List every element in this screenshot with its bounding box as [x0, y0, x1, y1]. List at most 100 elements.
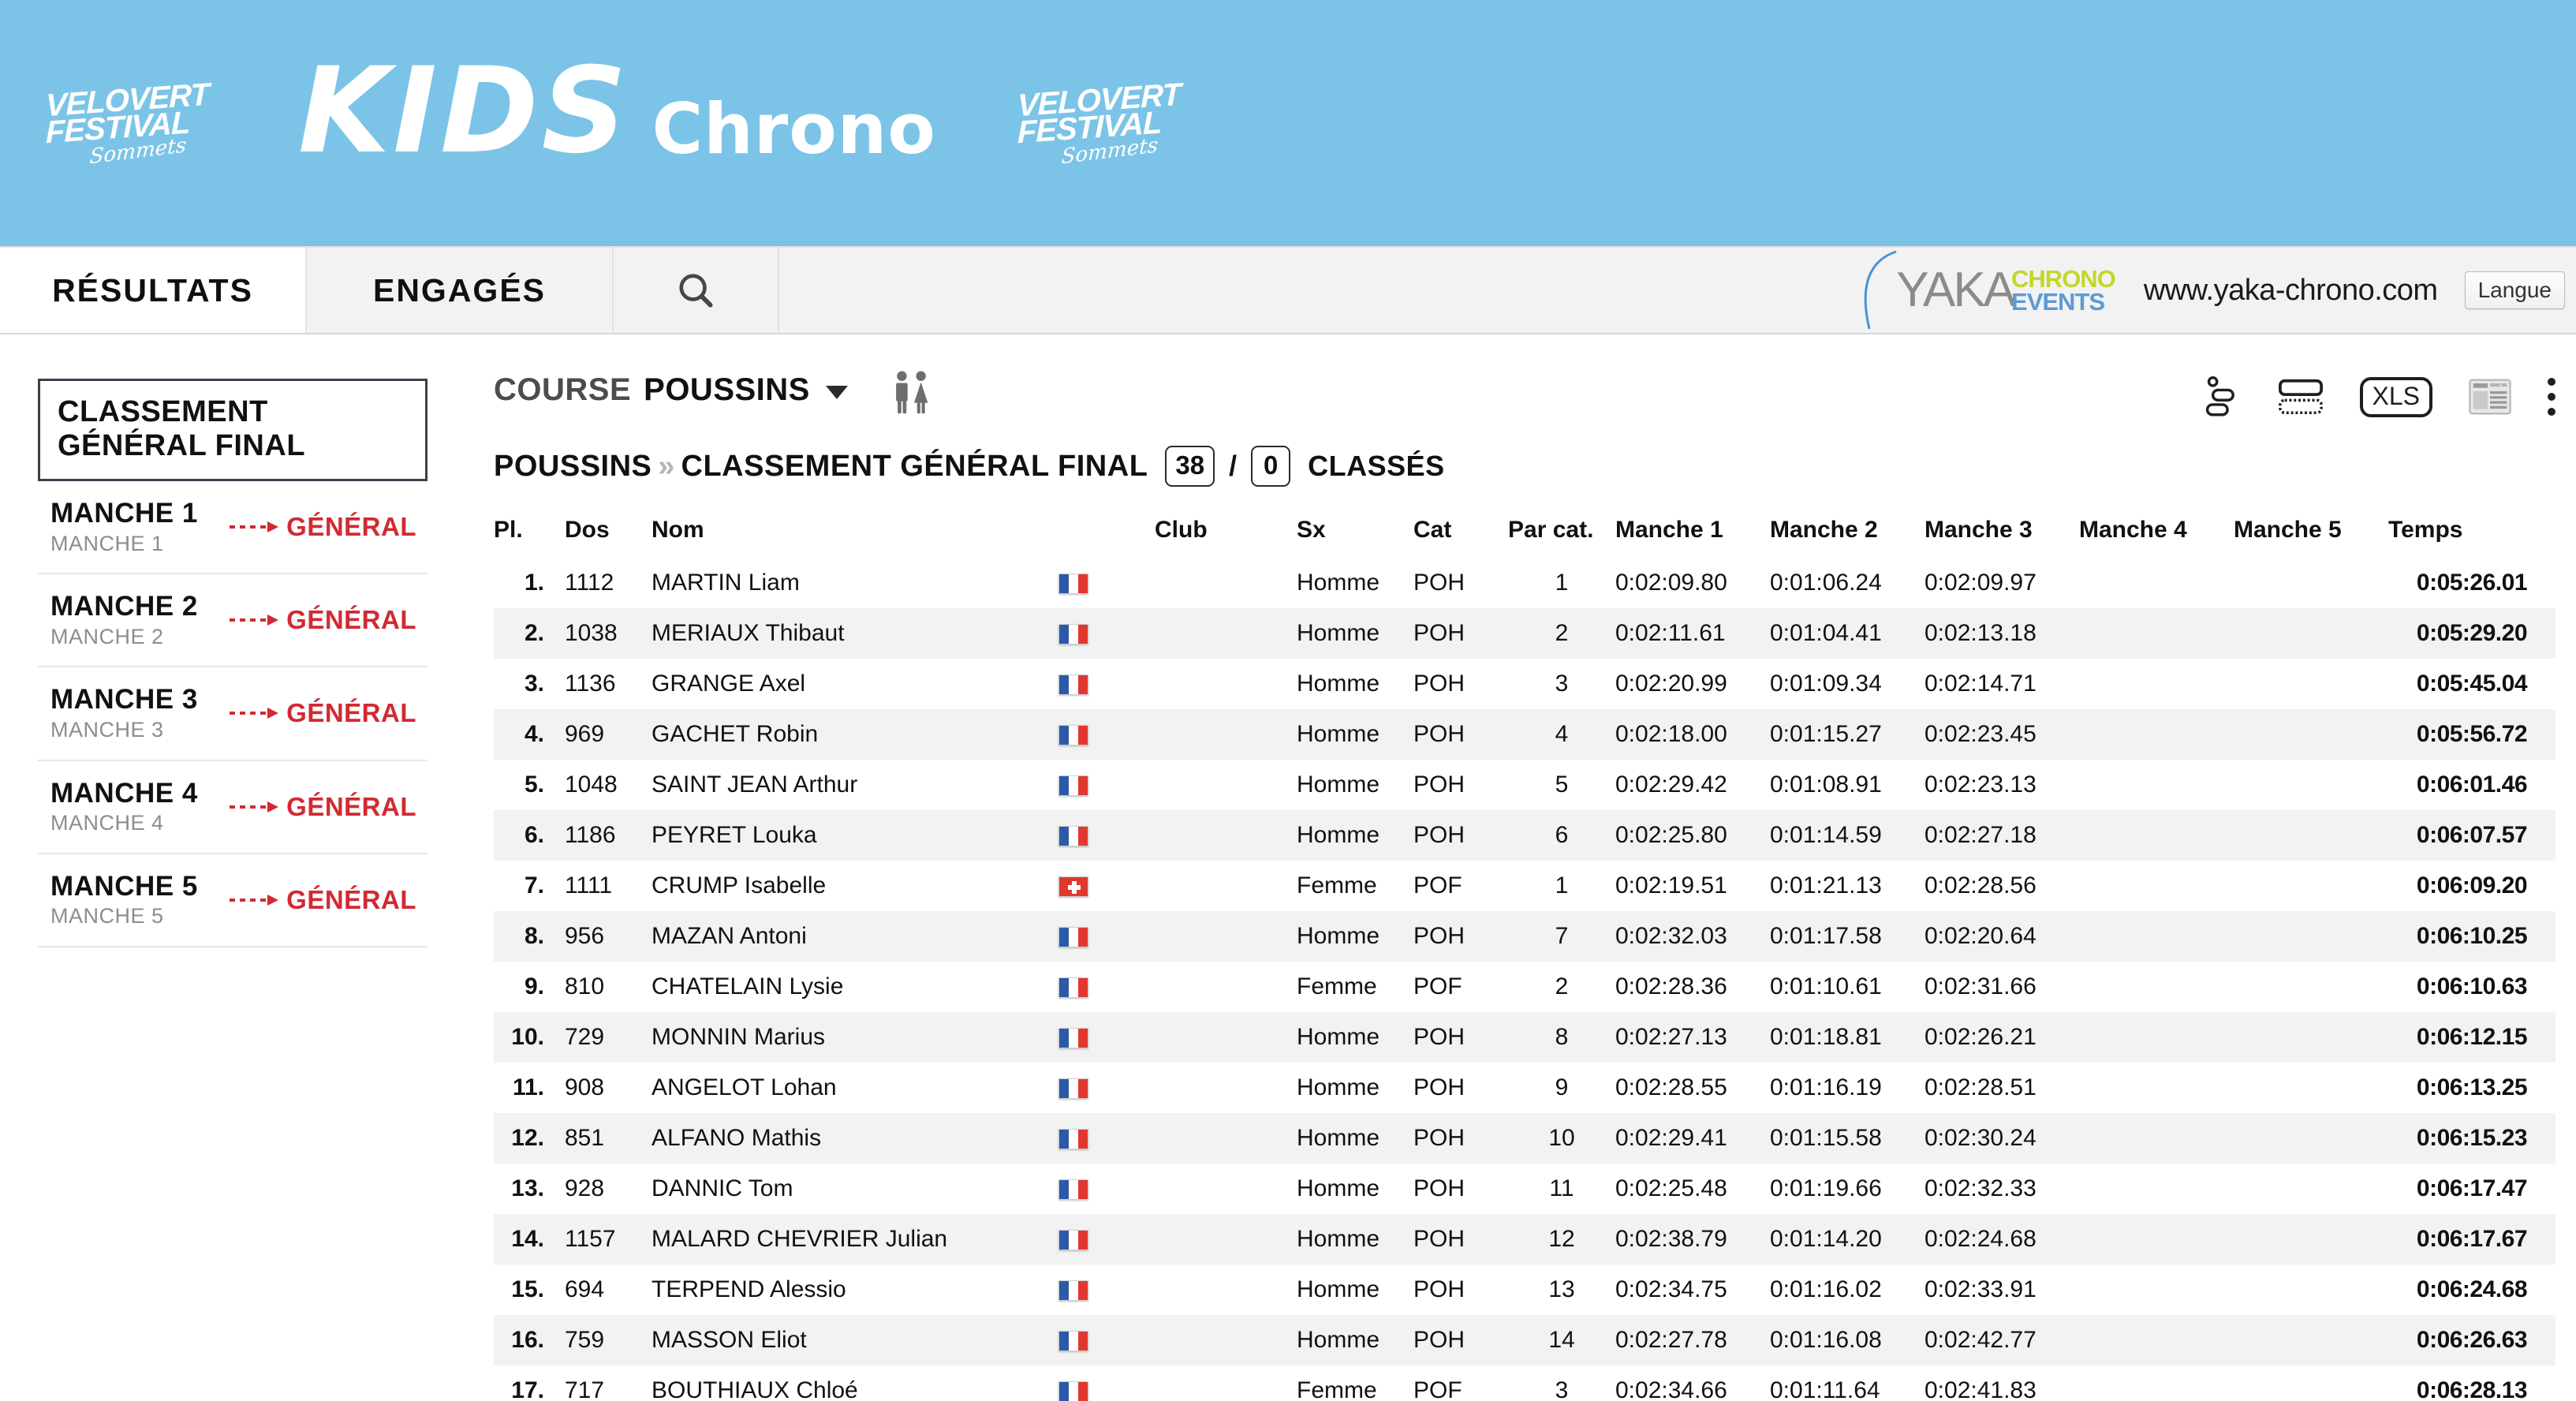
cell-manche-5 [2234, 1164, 2388, 1214]
more-options-icon[interactable] [2548, 378, 2555, 416]
sidebar-header-classement-general-final[interactable]: CLASSEMENT GÉNÉRAL FINAL [38, 379, 427, 481]
cell-manche-1: 0:02:25.48 [1615, 1175, 1727, 1201]
col-par-cat[interactable]: Par cat. [1508, 509, 1615, 558]
table-row[interactable]: 15. 694 TERPEND Alessio Homme POH 13 0:02:34.7… [494, 1265, 2555, 1315]
course-selector[interactable]: COURSE POUSSINS [494, 372, 848, 408]
print-report-icon[interactable] [2469, 379, 2511, 415]
table-row[interactable]: 3. 1136 GRANGE Axel Homme POH 3 0:02:20.99 0:01… [494, 659, 2555, 709]
cell-manche-2: 0:01:17.58 [1770, 911, 1925, 962]
table-row[interactable]: 4. 969 GACHET Robin Homme POH 4 0:02:18.00 0:01… [494, 709, 2555, 760]
cell-manche-4 [2079, 1063, 2234, 1113]
sidebar-item-texts: MANCHE 3 MANCHE 3 [50, 685, 198, 742]
col-sx[interactable]: Sx [1297, 509, 1413, 558]
table-row[interactable]: 11. 908 ANGELOT Lohan Homme POH 9 0:02:28.55 0:… [494, 1063, 2555, 1113]
flag-france-icon [1058, 725, 1088, 746]
website-url[interactable]: www.yaka-chrono.com [2144, 274, 2438, 308]
sidebar-general-link-5[interactable]: GÉNÉRAL [230, 885, 416, 915]
cell-club [1155, 1214, 1297, 1265]
cell-sex: Femme [1297, 973, 1377, 999]
xls-export-icon[interactable]: XLS [2359, 376, 2432, 417]
cell-place: 8. [494, 911, 554, 962]
cell-par-cat: 9 [1555, 1074, 1569, 1100]
sidebar-general-link-4[interactable]: GÉNÉRAL [230, 792, 416, 822]
sidebar: CLASSEMENT GÉNÉRAL FINAL MANCHE 1 MANCHE… [0, 334, 464, 1401]
cell-club [1155, 1315, 1297, 1366]
flag-france-icon [1058, 1230, 1088, 1251]
tab-resultats[interactable]: RÉSULTATS [0, 248, 307, 333]
col-manche-4[interactable]: Manche 4 [2079, 509, 2234, 558]
cell-place: 16. [494, 1315, 554, 1366]
cell-place: 17. [511, 1377, 544, 1401]
cell-club [1155, 911, 1297, 962]
sidebar-item-manche-2[interactable]: MANCHE 2 MANCHE 2 GÉNÉRAL [38, 574, 427, 668]
table-row[interactable]: 2. 1038 MERIAUX Thibaut Homme POH 2 0:02:11.61… [494, 608, 2555, 659]
table-row[interactable]: 9. 810 CHATELAIN Lysie Femme POF 2 0:02:28.36 0… [494, 962, 2555, 1012]
cell-sex: Homme [1297, 1175, 1380, 1201]
table-row[interactable]: 1. 1112 MARTIN Liam Homme POH 1 0:02:09.80 0:01… [494, 558, 2555, 608]
sidebar-item-manche-5[interactable]: MANCHE 5 MANCHE 5 GÉNÉRAL [38, 854, 427, 947]
cell-manche-5 [2234, 1214, 2388, 1265]
cell-category: POH [1413, 1214, 1508, 1265]
table-row[interactable]: 7. 1111 CRUMP Isabelle Femme POF 1 0:02:19.51 0… [494, 861, 2555, 911]
cell-manche-5 [2234, 760, 2388, 810]
sidebar-item-manche-4[interactable]: MANCHE 4 MANCHE 4 GÉNÉRAL [38, 761, 427, 854]
navbar-right-group: YAKA CHRONO EVENTS www.yaka-chrono.com L… [1855, 248, 2576, 333]
cell-manche-3: 0:02:13.18 [1925, 608, 2079, 659]
table-row[interactable]: 10. 729 MONNIN Marius Homme POH 8 0:02:27.13 0:… [494, 1012, 2555, 1063]
tab-engages[interactable]: ENGAGÉS [307, 248, 614, 333]
layout-rows-icon[interactable] [2278, 378, 2324, 416]
sidebar-general-link-2[interactable]: GÉNÉRAL [230, 605, 416, 635]
cell-manche-4 [2079, 659, 2234, 709]
cell-manche-1: 0:02:34.66 [1615, 1377, 1727, 1401]
sidebar-general-link-1[interactable]: GÉNÉRAL [230, 512, 416, 542]
flag-france-icon [1058, 1331, 1088, 1352]
cell-name: PEYRET Louka [633, 810, 1058, 861]
table-row[interactable]: 5. 1048 SAINT JEAN Arthur Homme POH 5 0:02:29.… [494, 760, 2555, 810]
col-cat[interactable]: Cat [1413, 509, 1508, 558]
cell-manche-4 [2079, 1366, 2234, 1401]
col-pl[interactable]: Pl. [494, 509, 554, 558]
col-manche-5[interactable]: Manche 5 [2234, 509, 2388, 558]
cell-manche-5 [2234, 659, 2388, 709]
cell-dossard: 928 [565, 1175, 605, 1201]
flag-france-icon [1058, 674, 1088, 696]
cell-name: TERPEND Alessio [651, 1276, 846, 1302]
cell-manche-5 [2234, 962, 2388, 1012]
cell-flag [1058, 911, 1155, 962]
cell-temps: 0:06:13.25 [2416, 1074, 2528, 1100]
cell-manche-2: 0:01:08.91 [1770, 771, 1882, 798]
table-row[interactable]: 17. 717 BOUTHIAUX Chloé Femme POF 3 0:02:34.66… [494, 1366, 2555, 1401]
cell-manche-2: 0:01:11.64 [1770, 1377, 1880, 1401]
cell-club [1155, 1012, 1297, 1063]
sidebar-general-link-3[interactable]: GÉNÉRAL [230, 698, 416, 728]
table-row[interactable]: 12. 851 ALFANO Mathis Homme POH 10 0:02:29.41 0… [494, 1113, 2555, 1164]
col-temps[interactable]: Temps [2388, 509, 2555, 558]
sidebar-item-manche-1[interactable]: MANCHE 1 MANCHE 1 GÉNÉRAL [38, 481, 427, 575]
language-button[interactable]: Langue [2464, 271, 2565, 309]
cell-temps: 0:05:56.72 [2388, 709, 2555, 760]
cell-manche-4 [2079, 558, 2234, 608]
table-row[interactable]: 13. 928 DANNIC Tom Homme POH 11 0:02:25.48 0:01… [494, 1164, 2555, 1214]
cell-dossard: 1186 [554, 810, 633, 861]
col-manche-1[interactable]: Manche 1 [1615, 509, 1770, 558]
table-row[interactable]: 16. 759 MASSON Eliot Homme POH 14 0:02:27.78 0:… [494, 1315, 2555, 1366]
cell-manche-1: 0:02:29.41 [1615, 1113, 1770, 1164]
yaka-wordmark: YAKA [1896, 263, 2016, 317]
table-row[interactable]: 14. 1157 MALARD CHEVRIER Julian Homme POH 12 0… [494, 1214, 2555, 1265]
col-manche-3[interactable]: Manche 3 [1925, 509, 2079, 558]
col-manche-2[interactable]: Manche 2 [1770, 509, 1925, 558]
table-row[interactable]: 6. 1186 PEYRET Louka Homme POH 6 0:02:25.80 0:0… [494, 810, 2555, 861]
cell-temps: 0:06:12.15 [2388, 1012, 2555, 1063]
cell-manche-3: 0:02:24.68 [1925, 1214, 2079, 1265]
col-club[interactable]: Club [1155, 509, 1297, 558]
cell-manche-1: 0:02:34.75 [1615, 1276, 1727, 1302]
col-nom[interactable]: Nom [633, 509, 1058, 558]
sort-icon[interactable] [2202, 375, 2242, 418]
cell-manche-5 [2234, 810, 2388, 861]
cell-manche-2: 0:01:18.81 [1770, 1012, 1925, 1063]
sidebar-item-manche-3[interactable]: MANCHE 3 MANCHE 3 GÉNÉRAL [38, 667, 427, 761]
col-dos[interactable]: Dos [554, 509, 633, 558]
breadcrumb-category[interactable]: POUSSINS [494, 450, 651, 484]
table-row[interactable]: 8. 956 MAZAN Antoni Homme POH 7 0:02:32.03 0:01… [494, 911, 2555, 962]
search-button[interactable] [614, 248, 779, 333]
